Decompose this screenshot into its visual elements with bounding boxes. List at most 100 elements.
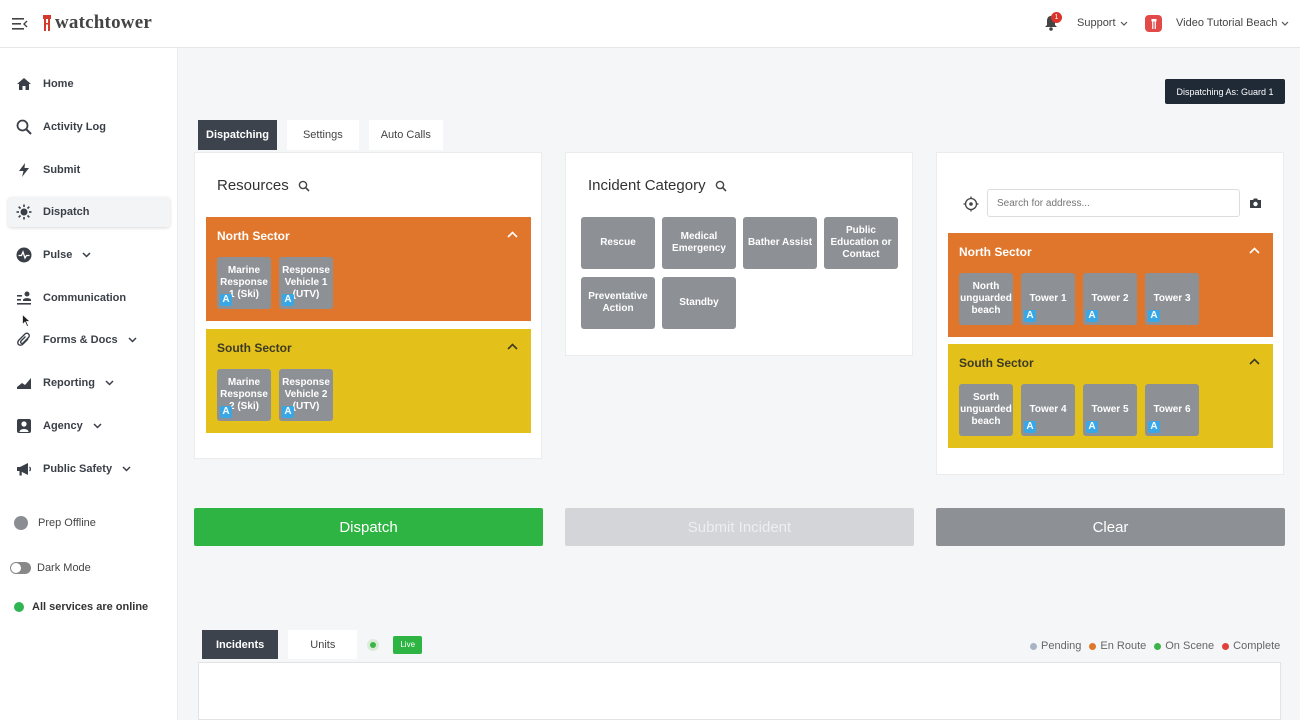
crosshair-icon[interactable]: [963, 196, 979, 212]
sidebar-item-communication[interactable]: Communication: [8, 283, 170, 313]
bolt-icon: [19, 163, 29, 177]
user-icon: [17, 419, 31, 433]
legend-item: Complete: [1222, 640, 1280, 652]
location-tile[interactable]: Tower 3 A: [1145, 273, 1199, 325]
sidebar-item-public-safety[interactable]: Public Safety: [8, 454, 170, 484]
sidebar-item-label: Reporting: [43, 377, 95, 389]
panel-title: Resources: [217, 177, 289, 194]
pulse-icon: [16, 247, 32, 263]
location-tile[interactable]: Tower 1 A: [1021, 273, 1075, 325]
category-bather-assist[interactable]: Bather Assist: [743, 217, 817, 269]
live-indicator-icon: [367, 638, 380, 651]
support-menu[interactable]: Support: [1077, 17, 1128, 29]
submit-incident-button[interactable]: Submit Incident: [565, 508, 914, 546]
resource-unit[interactable]: Marine Response 2 (Ski) A: [217, 369, 271, 421]
app-logo[interactable]: watchtower: [42, 12, 152, 34]
sidebar: Home Activity Log Submit Dispatch Pulse …: [0, 48, 178, 720]
search-icon[interactable]: [715, 180, 727, 192]
chevron-up-icon[interactable]: [507, 343, 518, 350]
sidebar-item-forms-docs[interactable]: Forms & Docs: [8, 325, 170, 355]
location-status-badge: A: [1086, 310, 1098, 322]
tab-incidents[interactable]: Incidents: [202, 630, 279, 659]
legend-label: Pending: [1041, 640, 1082, 652]
resource-unit[interactable]: Response Vehicle 1 (UTV) A: [279, 257, 333, 309]
sidebar-item-label: Home: [43, 78, 74, 90]
chevron-down-icon: [1281, 21, 1289, 26]
sidebar-item-label: Agency: [43, 420, 83, 432]
clear-button[interactable]: Clear: [936, 508, 1285, 546]
resource-unit[interactable]: Marine Response 1 (Ski) A: [217, 257, 271, 309]
legend-dot: [1154, 642, 1162, 650]
location-label: Tower 6: [1153, 404, 1191, 415]
sector-title: South Sector: [217, 341, 292, 355]
legend-label: On Scene: [1165, 640, 1215, 652]
location-tile[interactable]: Tower 2 A: [1083, 273, 1137, 325]
location-label: Tower 2: [1091, 293, 1129, 304]
dark-mode-label: Dark Mode: [37, 562, 91, 574]
chevron-down-icon: [128, 337, 137, 343]
location-tile[interactable]: Tower 4 A: [1021, 384, 1075, 436]
location-label: Tower 1: [1029, 293, 1067, 304]
category-preventative-action[interactable]: Preventative Action: [581, 277, 655, 329]
location-label: Tower 4: [1029, 404, 1067, 415]
address-search-input[interactable]: [987, 189, 1240, 217]
dark-mode-toggle[interactable]: Dark Mode: [10, 562, 91, 574]
category-medical-emergency[interactable]: Medical Emergency: [662, 217, 736, 269]
legend-item: En Route: [1089, 640, 1146, 652]
chevron-up-icon[interactable]: [1249, 358, 1260, 365]
category-public-education[interactable]: Public Education or Contact: [824, 217, 898, 269]
resource-unit[interactable]: Response Vehicle 2 (UTV) A: [279, 369, 333, 421]
legend-item: On Scene: [1154, 640, 1214, 652]
resources-header: Resources: [217, 177, 310, 194]
notification-badge: 1: [1051, 12, 1062, 23]
sidebar-item-pulse[interactable]: Pulse: [8, 240, 170, 270]
search-icon[interactable]: [298, 180, 310, 192]
camera-icon[interactable]: [1249, 197, 1262, 209]
map-sector-north: North Sector North unguarded beach Tower…: [948, 233, 1273, 337]
location-status-badge: A: [1086, 421, 1098, 433]
sidebar-item-label: Public Safety: [43, 463, 113, 475]
sidebar-item-label: Pulse: [43, 249, 73, 261]
sidebar-item-agency[interactable]: Agency: [8, 411, 170, 441]
chevron-up-icon[interactable]: [507, 231, 518, 238]
sidebar-item-submit[interactable]: Submit: [8, 155, 170, 185]
sidebar-item-label: Activity Log: [43, 121, 106, 133]
incident-category-header: Incident Category: [588, 177, 727, 194]
location-tile[interactable]: North unguarded beach: [959, 273, 1013, 325]
sidebar-item-dispatch[interactable]: Dispatch: [8, 197, 170, 227]
incident-category-panel: Incident Category Rescue Medical Emergen…: [565, 152, 913, 356]
sector-title: South Sector: [959, 356, 1034, 370]
chevron-down-icon: [82, 252, 91, 258]
chevron-down-icon: [122, 466, 131, 472]
unit-status-badge: A: [282, 294, 294, 306]
chevron-up-icon[interactable]: [1249, 247, 1260, 254]
status-ok-icon: [14, 602, 24, 612]
sidebar-item-home[interactable]: Home: [8, 69, 170, 99]
sidebar-item-reporting[interactable]: Reporting: [8, 368, 170, 398]
agency-menu[interactable]: Video Tutorial Beach: [1176, 17, 1289, 29]
location-tile[interactable]: Tower 5 A: [1083, 384, 1137, 436]
toggle-switch[interactable]: [10, 562, 31, 574]
tab-dispatching[interactable]: Dispatching: [198, 120, 277, 150]
live-badge[interactable]: Live: [393, 635, 423, 654]
category-standby[interactable]: Standby: [662, 277, 736, 329]
sector-title: North Sector: [959, 245, 1032, 259]
paperclip-icon: [17, 332, 30, 346]
category-rescue[interactable]: Rescue: [581, 217, 655, 269]
search-icon: [16, 119, 32, 135]
tab-units[interactable]: Units: [288, 630, 358, 659]
tower-logo-icon: [43, 15, 51, 31]
dispatch-button[interactable]: Dispatch: [194, 508, 543, 546]
location-tile[interactable]: Sorth unguarded beach: [959, 384, 1013, 436]
location-tile[interactable]: Tower 6 A: [1145, 384, 1199, 436]
menu-toggle-icon[interactable]: [12, 15, 28, 33]
dispatching-as-badge[interactable]: Dispatching As: Guard 1: [1165, 79, 1285, 104]
tab-auto-calls[interactable]: Auto Calls: [368, 120, 443, 150]
sector-south: South Sector Marine Response 2 (Ski) A R…: [206, 329, 531, 433]
app-name: watchtower: [55, 12, 152, 33]
map-sector-south: South Sector Sorth unguarded beach Tower…: [948, 344, 1273, 448]
sidebar-item-activity-log[interactable]: Activity Log: [8, 112, 170, 142]
prep-offline-button[interactable]: Prep Offline: [14, 516, 96, 530]
agency-logo-icon: [1145, 15, 1162, 32]
tab-settings[interactable]: Settings: [286, 120, 359, 150]
